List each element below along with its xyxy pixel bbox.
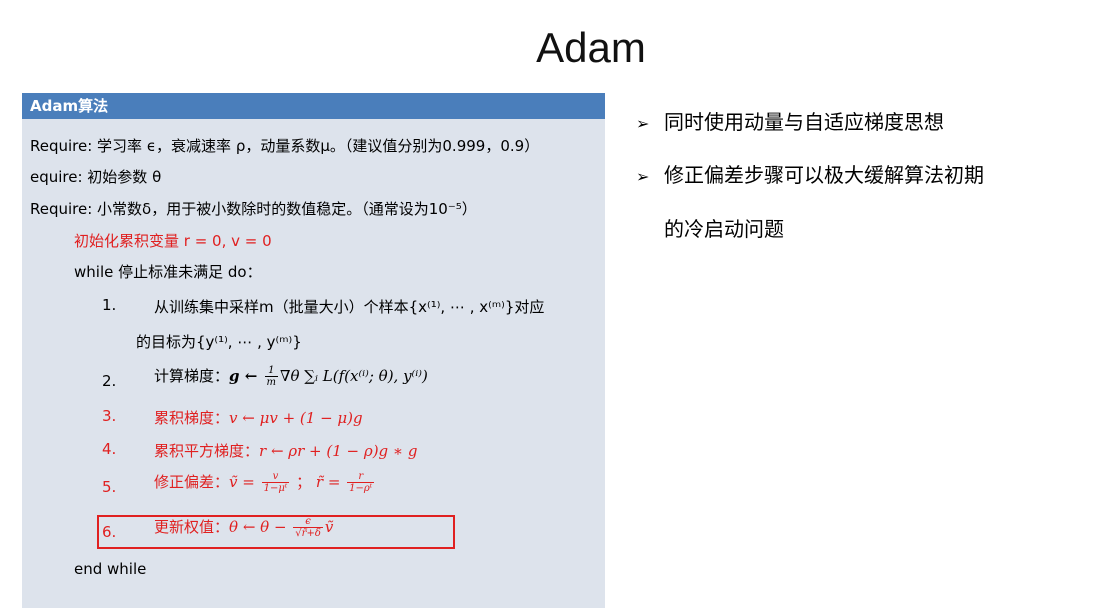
step-2-formula-rest: ∇θ ∑ᵢ L(f(x⁽ⁱ⁾; θ), y⁽ⁱ⁾) bbox=[280, 367, 428, 385]
step-6-highlight-box bbox=[97, 515, 455, 549]
step-2-number: 2. bbox=[102, 372, 117, 390]
arrow-icon: ➢ bbox=[636, 167, 650, 186]
slide-title: Adam bbox=[536, 24, 646, 71]
step-5-r-fraction: r 1−ρᵗ bbox=[347, 471, 375, 494]
bullet-text-1: 同时使用动量与自适应梯度思想 bbox=[664, 110, 944, 134]
step-4-content: 累积平方梯度：r ← ρr + (1 − ρ)g ∗ g bbox=[154, 440, 418, 461]
arrow-icon: ➢ bbox=[636, 114, 650, 133]
step-2-fraction: 1m bbox=[264, 365, 279, 388]
bullet-item-2: ➢ 修正偏差步骤可以极大缓解算法初期 bbox=[636, 159, 984, 188]
bullet-text-2: 修正偏差步骤可以极大缓解算法初期 bbox=[664, 163, 984, 187]
while-line: while 停止标准未满足 do： bbox=[74, 263, 262, 281]
step-1-continuation: 的目标为{y⁽¹⁾, ⋯ , y⁽ᵐ⁾} bbox=[136, 333, 302, 351]
step-1-text: 从训练集中采样m（批量大小）个样本{x⁽¹⁾, ⋯ , x⁽ᵐ⁾}对应 bbox=[154, 298, 545, 316]
end-while-line: end while bbox=[74, 560, 147, 578]
require-line-3: Require: 小常数δ，用于被小数除时的数值稳定。（通常设为10⁻⁵） bbox=[30, 200, 477, 218]
step-3-formula: v ← μv + (1 − μ)g bbox=[229, 409, 363, 427]
step-2-label: 计算梯度： bbox=[154, 367, 230, 385]
init-line: 初始化累积变量 r = 0, v = 0 bbox=[74, 232, 272, 250]
bullet-item-2-continuation: 的冷启动问题 bbox=[664, 217, 784, 241]
step-5-r-formula: r̃ = bbox=[315, 473, 346, 491]
step-5-label: 修正偏差： bbox=[154, 473, 230, 491]
bullet-item-1: ➢ 同时使用动量与自适应梯度思想 bbox=[636, 106, 944, 135]
step-5-v-formula: ṽ = bbox=[229, 473, 260, 491]
require-line-2: equire: 初始参数 θ bbox=[30, 168, 162, 186]
step-2-formula: g ← bbox=[229, 367, 263, 385]
step-4-number: 4. bbox=[102, 440, 117, 458]
step-5-v-fraction: v 1−μᵗ bbox=[261, 471, 290, 494]
step-4-label: 累积平方梯度： bbox=[154, 442, 260, 460]
step-1-number: 1. bbox=[102, 296, 117, 314]
step-3-label: 累积梯度： bbox=[154, 409, 230, 427]
step-4-formula: r ← ρr + (1 − ρ)g ∗ g bbox=[259, 442, 418, 460]
step-2-content: 计算梯度：g ← 1 m ∇θ ∑ᵢ L(f(x⁽ⁱ⁾; θ), y⁽ⁱ⁾) bbox=[154, 365, 428, 388]
step-5-content: 修正偏差：ṽ = v 1−μᵗ ； r̃ = r 1−ρᵗ bbox=[154, 471, 376, 494]
step-5-separator: ； bbox=[291, 473, 312, 491]
step-3-content: 累积梯度：v ← μv + (1 − μ)g bbox=[154, 407, 363, 428]
step-3-number: 3. bbox=[102, 407, 117, 425]
step-5-number: 5. bbox=[102, 478, 117, 496]
require-line-1: Require: 学习率 ϵ，衰减速率 ρ，动量系数μ。（建议值分别为0.999… bbox=[30, 137, 540, 155]
algorithm-header: Adam算法 bbox=[22, 93, 605, 119]
